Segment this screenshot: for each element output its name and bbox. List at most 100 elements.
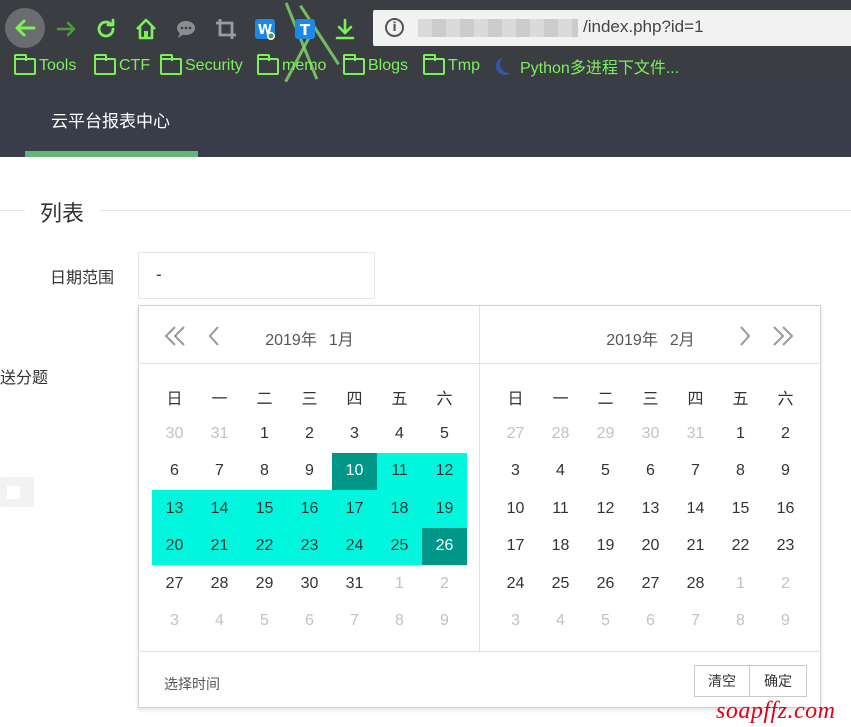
- day-cell[interactable]: 17: [493, 528, 538, 566]
- bookmark-python[interactable]: Python多进程下文件...: [494, 54, 679, 78]
- day-cell-in-range[interactable]: 19: [422, 490, 467, 528]
- day-cell[interactable]: 28: [538, 415, 583, 453]
- day-cell[interactable]: 3: [493, 453, 538, 491]
- bookmark-tools[interactable]: Tools: [14, 53, 76, 78]
- select-time-link[interactable]: 选择时间: [164, 674, 220, 694]
- day-cell[interactable]: 23: [763, 528, 808, 566]
- day-cell[interactable]: 14: [673, 490, 718, 528]
- month-label[interactable]: 1月: [329, 332, 354, 349]
- bookmark-blogs[interactable]: Blogs: [343, 53, 408, 78]
- day-cell-in-range[interactable]: 17: [332, 490, 377, 528]
- day-cell[interactable]: 4: [538, 603, 583, 641]
- day-cell[interactable]: 3: [152, 603, 197, 641]
- background-checkbox[interactable]: [0, 477, 34, 507]
- day-cell[interactable]: 26: [583, 565, 628, 603]
- translate-t-button[interactable]: T: [286, 10, 324, 48]
- crop-button[interactable]: [207, 10, 245, 48]
- day-cell-in-range[interactable]: 22: [242, 527, 287, 565]
- day-cell[interactable]: 1: [242, 415, 287, 453]
- forward-button[interactable]: [48, 10, 86, 48]
- day-cell[interactable]: 8: [242, 453, 287, 491]
- day-cell[interactable]: 6: [152, 453, 197, 491]
- day-cell[interactable]: 3: [332, 415, 377, 453]
- day-cell[interactable]: 21: [673, 528, 718, 566]
- year-label[interactable]: 2019年: [606, 332, 658, 349]
- day-cell[interactable]: 30: [628, 415, 673, 453]
- translate-w-button[interactable]: W: [246, 10, 284, 48]
- chat-button[interactable]: [167, 10, 205, 48]
- day-cell[interactable]: 7: [332, 603, 377, 641]
- day-cell[interactable]: 16: [763, 490, 808, 528]
- day-cell[interactable]: 29: [242, 565, 287, 603]
- nav-item-report-center[interactable]: 云平台报表中心: [51, 107, 170, 132]
- day-cell[interactable]: 7: [673, 453, 718, 491]
- day-cell-selected[interactable]: 10: [332, 452, 377, 490]
- day-cell[interactable]: 2: [763, 415, 808, 453]
- day-cell[interactable]: 5: [242, 603, 287, 641]
- day-cell[interactable]: 4: [538, 453, 583, 491]
- day-cell-in-range[interactable]: 16: [287, 490, 332, 528]
- day-cell-in-range[interactable]: 21: [197, 527, 242, 565]
- day-cell[interactable]: 9: [763, 453, 808, 491]
- day-cell[interactable]: 18: [538, 528, 583, 566]
- bookmark-security[interactable]: Security: [160, 53, 243, 78]
- day-cell[interactable]: 8: [718, 453, 763, 491]
- day-cell[interactable]: 28: [197, 565, 242, 603]
- clear-button[interactable]: 清空: [694, 665, 750, 697]
- day-cell[interactable]: 15: [718, 490, 763, 528]
- day-cell[interactable]: 6: [628, 603, 673, 641]
- day-cell-in-range[interactable]: 23: [287, 527, 332, 565]
- day-cell[interactable]: 3: [493, 603, 538, 641]
- site-info-icon[interactable]: i: [385, 18, 404, 37]
- day-cell[interactable]: 30: [287, 565, 332, 603]
- day-cell[interactable]: 31: [332, 565, 377, 603]
- day-cell[interactable]: 6: [287, 603, 332, 641]
- day-cell[interactable]: 27: [493, 415, 538, 453]
- address-bar[interactable]: i /index.php?id=1: [373, 10, 851, 46]
- day-cell[interactable]: 24: [493, 565, 538, 603]
- day-cell[interactable]: 2: [763, 565, 808, 603]
- day-cell[interactable]: 1: [718, 415, 763, 453]
- day-cell-in-range[interactable]: 11: [377, 452, 422, 490]
- day-cell[interactable]: 1: [718, 565, 763, 603]
- bookmark-tmp[interactable]: Tmp: [423, 53, 480, 78]
- year-label[interactable]: 2019年: [265, 332, 317, 349]
- bookmark-memo[interactable]: memo: [257, 53, 326, 78]
- day-cell[interactable]: 20: [628, 528, 673, 566]
- date-range-input[interactable]: -: [138, 252, 375, 299]
- day-cell[interactable]: 30: [152, 415, 197, 453]
- day-cell[interactable]: 22: [718, 528, 763, 566]
- bookmark-ctf[interactable]: CTF: [94, 53, 150, 78]
- day-cell-in-range[interactable]: 18: [377, 490, 422, 528]
- home-button[interactable]: [127, 10, 165, 48]
- day-cell[interactable]: 4: [197, 603, 242, 641]
- day-cell-in-range[interactable]: 13: [152, 490, 197, 528]
- day-cell[interactable]: 27: [628, 565, 673, 603]
- day-cell-in-range[interactable]: 15: [242, 490, 287, 528]
- day-cell[interactable]: 28: [673, 565, 718, 603]
- day-cell[interactable]: 12: [583, 490, 628, 528]
- day-cell-in-range[interactable]: 14: [197, 490, 242, 528]
- day-cell-selected[interactable]: 26: [422, 527, 467, 565]
- day-cell[interactable]: 31: [197, 415, 242, 453]
- download-button[interactable]: [326, 10, 364, 48]
- day-cell[interactable]: 29: [583, 415, 628, 453]
- day-cell[interactable]: 5: [583, 453, 628, 491]
- reload-button[interactable]: [87, 10, 125, 48]
- day-cell[interactable]: 11: [538, 490, 583, 528]
- day-cell[interactable]: 8: [718, 603, 763, 641]
- day-cell[interactable]: 5: [583, 603, 628, 641]
- day-cell-in-range[interactable]: 25: [377, 527, 422, 565]
- next-month-button[interactable]: [732, 323, 758, 349]
- day-cell[interactable]: 7: [197, 453, 242, 491]
- next-year-button[interactable]: [770, 323, 796, 349]
- day-cell[interactable]: 27: [152, 565, 197, 603]
- day-cell[interactable]: 13: [628, 490, 673, 528]
- day-cell[interactable]: 9: [763, 603, 808, 641]
- day-cell[interactable]: 19: [583, 528, 628, 566]
- day-cell[interactable]: 7: [673, 603, 718, 641]
- day-cell[interactable]: 6: [628, 453, 673, 491]
- day-cell[interactable]: 4: [377, 415, 422, 453]
- day-cell[interactable]: 2: [287, 415, 332, 453]
- month-label[interactable]: 2月: [670, 332, 695, 349]
